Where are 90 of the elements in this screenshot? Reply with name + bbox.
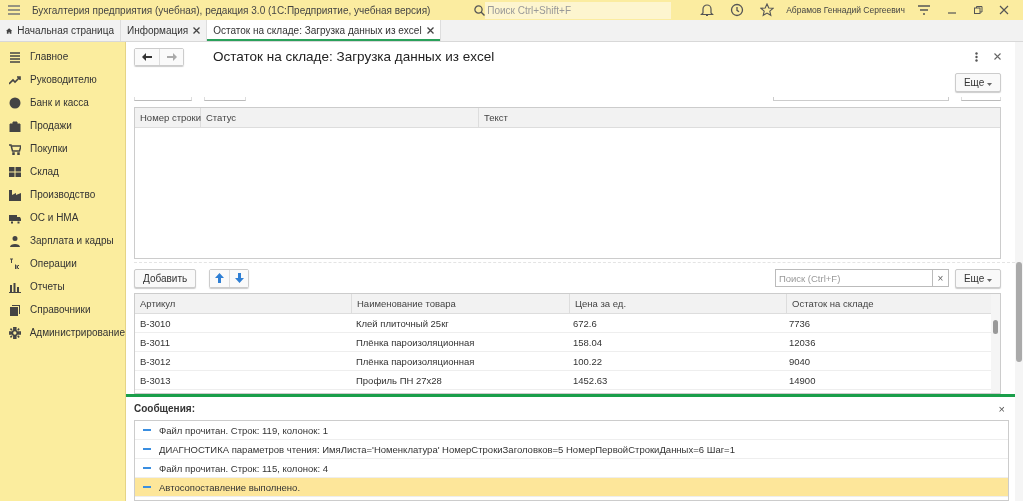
up-arrow-icon [215,273,225,283]
table-cell-text: 7736 [788,316,812,331]
list-icon [9,50,21,63]
table-cell-text: 100.22 [572,354,604,369]
more-icon[interactable] [975,51,978,62]
close-icon[interactable] [999,5,1009,15]
sidebar-item[interactable]: Операции [0,252,125,275]
table-cell-text: Плёнка пароизоляционная [355,354,476,369]
message-row[interactable]: ДИАГНОСТИКА параметров чтения: ИмяЛиста='Номенклатура' НомерСтрокиЗаголовков=5 НомерПервойСтрокиДанных=6 Шаг=1 [135,440,1008,459]
forward-arrow-icon [166,52,177,61]
filter-icon[interactable] [917,4,931,16]
tab[interactable]: Начальная страница [0,20,121,41]
column-header[interactable]: Наименование товара [352,294,570,313]
back-button[interactable] [135,48,159,65]
dash-icon [143,448,151,450]
gear-icon [9,326,21,339]
table-cell-text: 14900 [788,373,817,388]
bar-chart-icon [9,280,21,293]
messages-title: Сообщения: [134,403,196,414]
sidebar-item[interactable]: Производство [0,183,125,206]
form-title: Остаток на складе: Загрузка данных из excel [213,49,496,64]
close-icon[interactable] [426,27,434,34]
dash-icon [143,429,151,431]
cart-icon [9,142,21,155]
column-header[interactable]: Артикул [135,294,352,313]
back-arrow-icon [142,52,152,61]
message-row[interactable]: Файл прочитан. Строк: 119, колонок: 1 [135,421,1008,440]
move-down-button[interactable] [229,269,249,287]
sidebar-item[interactable]: Главное [0,45,125,68]
search-field[interactable]: Поиск (Ctrl+F) [774,269,933,287]
sidebar-item[interactable]: Продажи [0,114,125,137]
table-cell-text: В-3013 [139,373,172,388]
coin-icon [9,96,21,109]
user-name[interactable]: Абрамов Геннадий Сергеевич [786,5,905,15]
tab[interactable]: Остаток на складе: Загрузка данных из excel [207,20,441,41]
close-button[interactable]: × [994,402,1009,415]
close-icon[interactable] [994,53,1001,60]
person-icon [9,234,21,247]
search-field[interactable]: Поиск Ctrl+Shift+F [485,1,672,19]
table-cell-text: Профиль ПН 27х28 [355,373,443,388]
move-up-button[interactable] [210,269,230,287]
table-cell-text: В-3011 [139,335,171,350]
caret-icon [987,278,992,282]
window-title: Бухгалтерия предприятия (учебная), редакция 3.0 (1С:Предприятие, учебная версия) [32,4,432,16]
book-icon [9,303,21,316]
table-cell-text: Плёнка пароизоляционная [355,335,476,350]
caret-icon [987,82,992,86]
sidebar-item[interactable]: Администрирование [0,321,125,344]
scrollbar[interactable] [1015,42,1023,501]
table-cell-text: Клей плиточный 25кг [355,316,450,331]
factory-icon [9,188,21,201]
table-cell-text: 672.6 [572,316,598,331]
sidebar-item[interactable]: ОС и НМА [0,206,125,229]
add-button[interactable]: Добавить [134,268,197,288]
search-icon [474,4,486,16]
trend-icon [9,73,21,86]
sidebar-item[interactable]: Руководителю [0,68,125,91]
star-icon[interactable] [760,3,775,17]
menu-icon[interactable] [8,5,20,15]
restore-icon[interactable] [973,5,983,15]
sidebar-item[interactable]: Банк и касса [0,91,125,114]
message-row[interactable]: Автосопоставление выполнено. [135,478,1008,497]
dash-icon [143,467,151,469]
letters-icon [9,257,21,270]
sidebar-item[interactable]: Покупки [0,137,125,160]
table-cell-text: 9040 [788,354,812,369]
table-cell-text: В-3010 [139,316,172,331]
column-header[interactable]: Номер строки [135,108,201,127]
column-header[interactable]: Текст [479,108,1000,127]
sidebar-item[interactable]: Склад [0,160,125,183]
dash-icon [143,486,151,488]
column-header[interactable]: Остаток на складе [787,294,991,313]
table-cell-text: 158.04 [572,335,604,350]
column-header[interactable]: Статус [201,108,479,127]
table-cell-text: 12036 [788,335,817,350]
sidebar-item[interactable]: Зарплата и кадры [0,229,125,252]
table-cell-text: 1452.63 [572,373,609,388]
history-icon[interactable] [730,3,745,17]
down-arrow-icon [234,273,244,283]
bag-icon [9,119,21,132]
bell-icon[interactable] [700,3,715,17]
scrollbar[interactable] [991,294,1000,393]
more-button[interactable]: Еще [954,268,1001,288]
table-cell-text: В-3012 [139,354,172,369]
sidebar-item[interactable]: Справочники [0,298,125,321]
column-header[interactable]: Цена за ед. [570,294,787,313]
grid-icon [9,165,21,178]
close-icon[interactable] [193,27,201,34]
more-button[interactable]: Еще [954,72,1001,92]
sidebar-item[interactable]: Отчеты [0,275,125,298]
